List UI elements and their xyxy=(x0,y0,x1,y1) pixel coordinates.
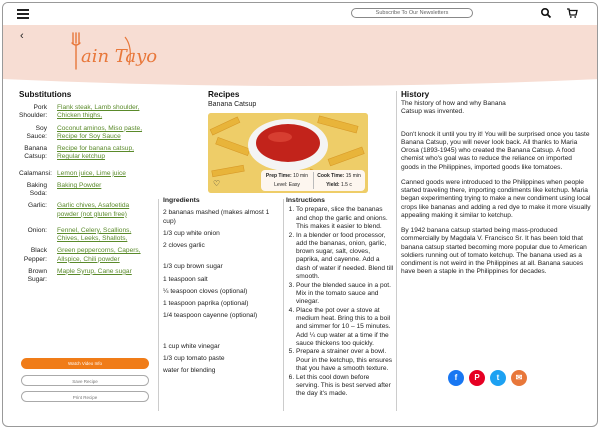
ingredient-item: 1/3 cup tomato paste xyxy=(163,354,225,362)
ingredient-item: 1/4 teaspoon cayenne (optional) xyxy=(163,312,258,320)
substitution-ingredient: Baking Soda: xyxy=(26,181,47,198)
substitution-row: Pork Shoulder: Flank steak, Lamb shoulder… xyxy=(19,104,153,120)
instruction-step: Prepare a strainer over a bowl. Pour in … xyxy=(296,348,394,373)
print-recipe-button[interactable]: Print Recipe xyxy=(21,391,149,402)
instruction-step: Let this cool down before serving. This … xyxy=(296,374,394,399)
ingredient-item: 1 cup white vinegar xyxy=(163,342,220,350)
prep-time-value: 10 min xyxy=(293,173,309,179)
recipes-heading: Recipes xyxy=(208,90,240,99)
kain-tayo-logo: ain Tayo xyxy=(71,32,157,70)
yield-cell: Yield: 1.5 c xyxy=(313,182,365,188)
substitution-row: Garlic: Garlic chives, Asafoetida powder … xyxy=(19,202,153,218)
save-recipe-button[interactable]: Save Recipe xyxy=(21,375,149,386)
level-value: Easy xyxy=(288,182,300,188)
column-divider xyxy=(158,199,159,411)
instruction-step: To prepare, slice the bananas and chop t… xyxy=(296,206,394,231)
history-paragraph: By 1942 banana catsup started being mass… xyxy=(401,227,587,276)
watch-video-button[interactable]: Watch Video Info xyxy=(21,358,149,369)
substitution-row: Soy Sauce: Coconut aminos, Miso paste, Re… xyxy=(19,125,153,141)
ingredient-item: ¼ teaspoon cloves (optional) xyxy=(163,287,248,295)
substitution-ingredient: Calamansi: xyxy=(19,169,52,177)
instructions-section: Instructions To prepare, slice the banan… xyxy=(286,197,394,399)
info-divider xyxy=(313,172,314,189)
substitution-ingredient: Soy Sauce: xyxy=(26,124,47,140)
ingredients-heading: Ingredients xyxy=(163,197,200,204)
substitution-links[interactable]: Coconut aminos, Miso paste, Recipe for S… xyxy=(57,125,143,141)
newsletter-subscribe-field[interactable]: Subscribe To Our Newsletters xyxy=(351,8,473,18)
ingredients-section: Ingredients 2 bananas mashed (makes almo… xyxy=(163,197,281,375)
shopping-bag-icon[interactable] xyxy=(566,7,578,19)
recipe-header: Recipes Banana Catsup xyxy=(208,90,368,110)
level-cell: Level: Easy xyxy=(261,182,313,188)
search-icon[interactable] xyxy=(540,7,552,19)
ingredient-item: 1/3 cup brown sugar xyxy=(163,263,223,271)
substitution-ingredient: Brown Sugar: xyxy=(27,267,47,283)
substitution-ingredient: Banana Catsup: xyxy=(24,145,47,161)
substitution-links[interactable]: Fennel, Celery, Scallions, Chives, Leeks… xyxy=(57,227,143,243)
email-icon[interactable]: ✉ xyxy=(511,370,527,386)
twitter-icon[interactable]: t xyxy=(490,370,506,386)
yield-value: 1.5 c xyxy=(340,182,352,188)
substitution-row: Banana Catsup: Recipe for banana catsup, … xyxy=(19,145,153,161)
ingredient-item: 1/3 cup white onion xyxy=(163,229,220,237)
substitution-row: Black Pepper: Green peppercorns, Capers, … xyxy=(19,247,153,263)
pinterest-icon[interactable]: P xyxy=(469,370,485,386)
substitution-row: Calamansi: Lemon juice, Lime juice xyxy=(19,170,153,178)
substitution-ingredient: Onion: xyxy=(27,226,47,234)
history-section: History The history of how and why Banan… xyxy=(401,90,591,283)
history-subtitle: The history of how and why Banana Catsup… xyxy=(401,100,506,116)
favorite-heart-icon[interactable]: ♡ xyxy=(213,179,220,189)
instruction-step: Place the pot over a stove at medium hea… xyxy=(296,307,394,348)
substitution-links[interactable]: Baking Powder xyxy=(57,182,143,198)
substitution-links[interactable]: Maple Syrup, Cane sugar xyxy=(57,268,143,284)
substitution-row: Baking Soda: Baking Powder xyxy=(19,182,153,198)
recipe-name: Banana Catsup xyxy=(208,101,257,109)
ingredient-item: 2 bananas mashed (makes almost 1 cup) xyxy=(163,209,270,225)
prep-time-cell: Prep Time: 10 min xyxy=(261,173,313,179)
substitutions-panel: Substitutions Pork Shoulder: Flank steak,… xyxy=(19,90,153,284)
hamburger-menu-icon[interactable] xyxy=(17,9,29,19)
history-heading: History xyxy=(401,90,430,99)
substitution-links[interactable]: Lemon juice, Lime juice xyxy=(57,170,143,178)
logo-brand-text: ain Tayo xyxy=(81,46,157,67)
recipe-info-card: Prep Time: 10 min Cook Time: 15 min Leve… xyxy=(261,170,365,191)
substitution-ingredient: Pork Shoulder: xyxy=(19,104,48,120)
substitutions-heading: Substitutions xyxy=(19,90,72,99)
facebook-icon[interactable]: f xyxy=(448,370,464,386)
substitution-row: Brown Sugar: Maple Syrup, Cane sugar xyxy=(19,268,153,284)
column-divider xyxy=(283,199,284,411)
instruction-step: Pour the blended sauce in a pot. Mix in … xyxy=(296,282,394,307)
cook-time-label: Cook Time: xyxy=(317,173,345,179)
history-paragraph: Canned goods were introduced to the Phil… xyxy=(401,178,591,219)
substitution-links[interactable]: Recipe for banana catsup, Regular ketchu… xyxy=(57,145,143,161)
column-divider xyxy=(396,91,397,411)
substitution-links[interactable]: Flank steak, Lamb shoulder, Chicken thig… xyxy=(57,104,143,120)
back-arrow-icon[interactable]: ‹ xyxy=(20,30,24,44)
level-label: Level: xyxy=(274,182,288,188)
substitution-ingredient: Black Pepper: xyxy=(23,247,47,263)
ingredient-item: 1 teaspoon paprika (optional) xyxy=(163,300,249,308)
app-frame: Subscribe To Our Newsletters ‹ ain Tayo … xyxy=(2,2,598,427)
substitution-links[interactable]: Green peppercorns, Capers, Allspice, Chi… xyxy=(57,247,143,263)
substitution-ingredient: Garlic: xyxy=(27,202,47,210)
ingredient-item: water for blending xyxy=(163,367,216,375)
instruction-step: In a blender or food processor, add the … xyxy=(296,232,394,281)
substitution-row: Onion: Fennel, Celery, Scallions, Chives,… xyxy=(19,227,153,243)
cook-time-value: 15 min xyxy=(345,173,361,179)
yield-label: Yield: xyxy=(326,182,340,188)
prep-time-label: Prep Time: xyxy=(265,173,292,179)
ingredient-item: 1 teaspoon salt xyxy=(163,275,208,283)
cook-time-cell: Cook Time: 15 min xyxy=(313,173,365,179)
substitution-links[interactable]: Garlic chives, Asafoetida powder (not gl… xyxy=(57,202,143,218)
social-share-bar: f Pt ✉ xyxy=(448,370,527,386)
history-paragraph: Don't knock it until you try it! You wil… xyxy=(401,130,590,171)
instructions-heading: Instructions xyxy=(286,197,325,204)
ingredient-item: 2 cloves garlic xyxy=(163,242,205,250)
top-bar: Subscribe To Our Newsletters xyxy=(3,3,597,25)
